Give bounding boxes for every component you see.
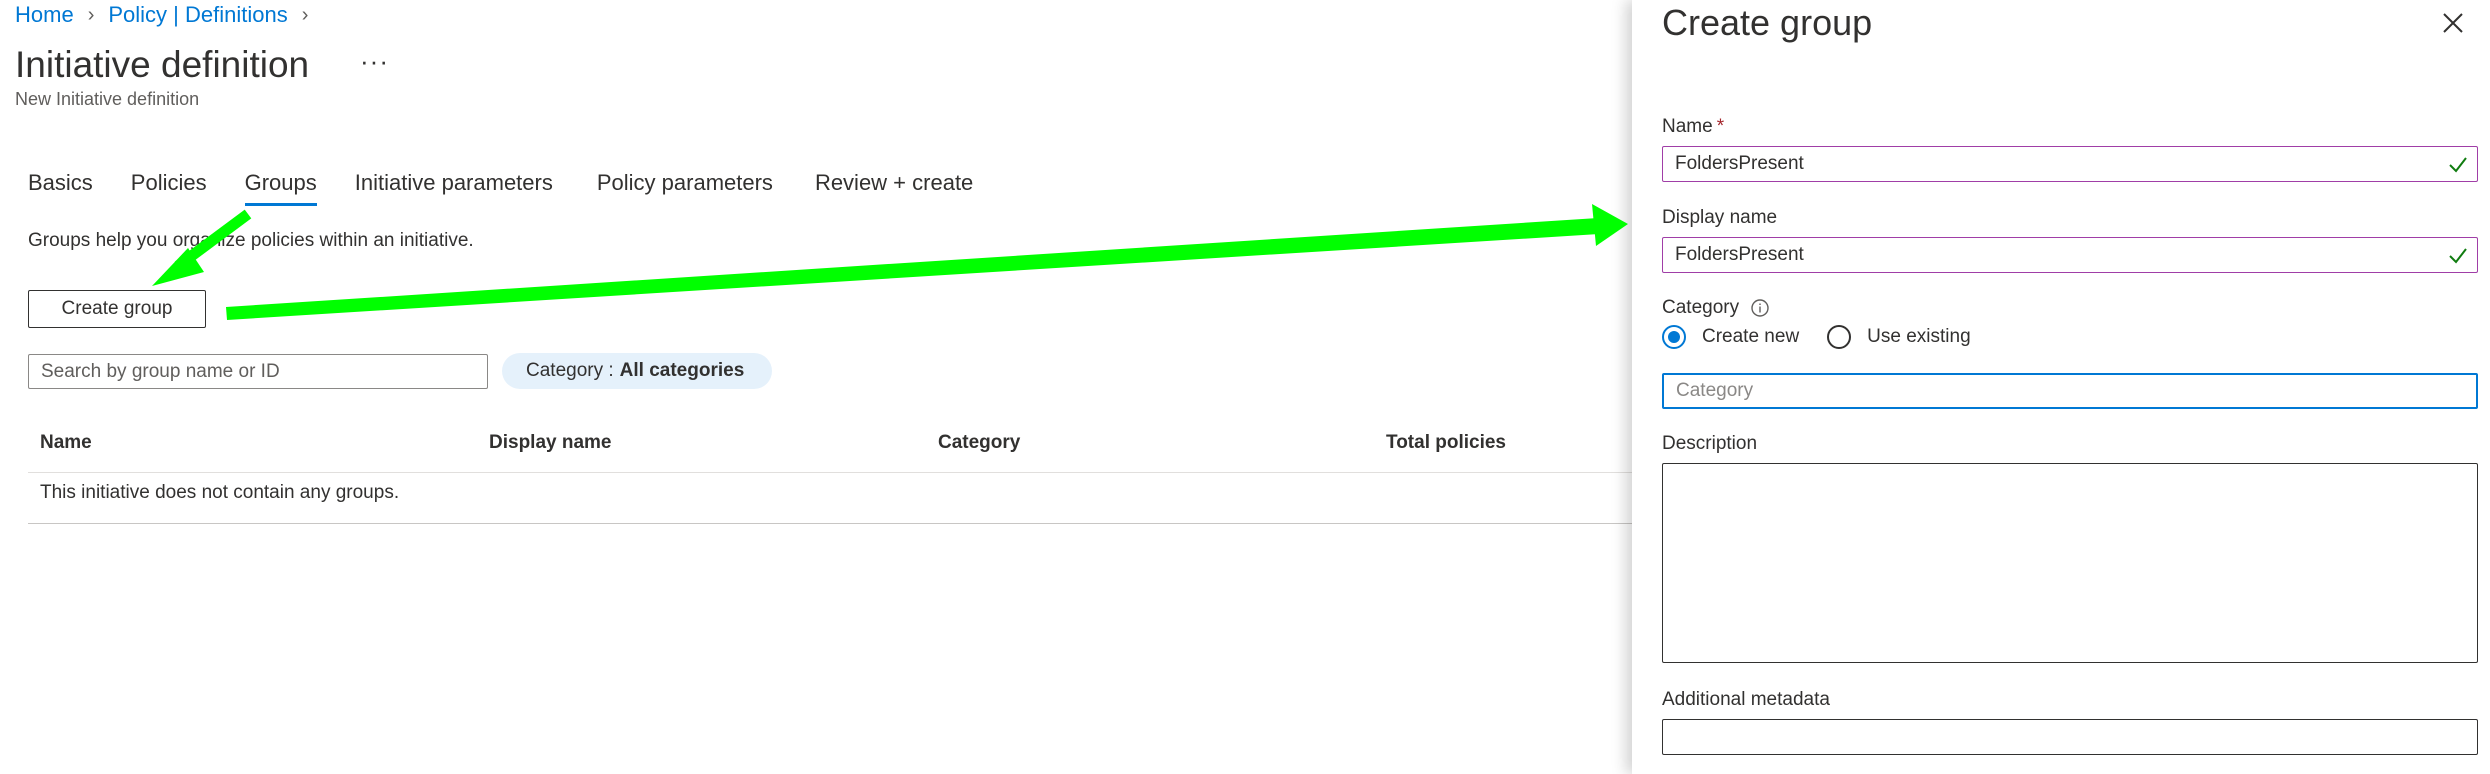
- column-header-display-name[interactable]: Display name: [489, 432, 612, 454]
- panel-title: Create group: [1662, 2, 1873, 43]
- group-search-input[interactable]: [28, 354, 488, 389]
- groups-table-header: Name Display name Category Total policie…: [28, 432, 1632, 472]
- column-header-category[interactable]: Category: [938, 432, 1020, 454]
- chevron-right-icon: ›: [87, 3, 95, 26]
- breadcrumb-policy-link[interactable]: Policy | Definitions: [108, 2, 287, 28]
- create-group-panel: Create group Name * FoldersPresent Displa…: [1632, 0, 2490, 774]
- display-name-field[interactable]: FoldersPresent: [1662, 237, 2478, 273]
- display-name-field-label: Display name: [1662, 207, 1778, 228]
- table-divider: [28, 472, 1632, 473]
- use-existing-radio-label[interactable]: Use existing: [1867, 326, 1971, 348]
- page-subtitle: New Initiative definition: [15, 89, 200, 109]
- description-field-label: Description: [1662, 433, 1758, 454]
- checkmark-icon: [2449, 248, 2467, 264]
- description-textarea[interactable]: [1662, 463, 2478, 663]
- tab-policy-parameters[interactable]: Policy parameters: [597, 170, 773, 206]
- checkmark-icon: [2449, 157, 2467, 173]
- tab-basics[interactable]: Basics: [28, 170, 93, 206]
- page-title: Initiative definition: [15, 44, 310, 85]
- column-header-total-policies[interactable]: Total policies: [1386, 432, 1506, 454]
- table-divider: [28, 523, 1632, 524]
- chevron-right-icon: ›: [301, 3, 309, 26]
- tab-review-create[interactable]: Review + create: [815, 170, 973, 206]
- breadcrumb-home-link[interactable]: Home: [15, 2, 74, 28]
- groups-intro-text: Groups help you organize policies within…: [28, 230, 474, 251]
- required-asterisk: *: [1716, 116, 1725, 137]
- create-group-button[interactable]: Create group: [28, 290, 206, 328]
- category-filter-label: Category :: [526, 360, 614, 381]
- create-new-radio[interactable]: [1662, 325, 1686, 349]
- main-content: Home › Policy | Definitions › Initiative…: [0, 0, 1632, 774]
- name-label-text: Name: [1662, 116, 1713, 137]
- more-icon[interactable]: ···: [360, 46, 389, 77]
- tab-bar: Basics Policies Groups Initiative parame…: [28, 170, 1011, 206]
- category-field-label: Category: [1662, 297, 1740, 318]
- close-icon[interactable]: [2440, 10, 2466, 36]
- category-filter-value: All categories: [619, 360, 745, 381]
- name-field-label: Name *: [1662, 116, 1724, 138]
- name-field-value: FoldersPresent: [1675, 153, 1804, 174]
- table-empty-message: This initiative does not contain any gro…: [40, 482, 400, 503]
- display-name-field-value: FoldersPresent: [1675, 244, 1804, 265]
- additional-metadata-input[interactable]: [1662, 719, 2478, 755]
- info-icon[interactable]: [1750, 298, 1770, 318]
- category-input[interactable]: [1662, 373, 2478, 409]
- tab-initiative-parameters[interactable]: Initiative parameters: [355, 170, 553, 206]
- column-header-name[interactable]: Name: [40, 432, 92, 454]
- category-mode-radio-group: Create new Use existing: [1662, 325, 1999, 349]
- name-field[interactable]: FoldersPresent: [1662, 146, 2478, 182]
- create-new-radio-label[interactable]: Create new: [1702, 326, 1799, 348]
- breadcrumb: Home › Policy | Definitions ›: [15, 2, 322, 28]
- use-existing-radio[interactable]: [1827, 325, 1852, 349]
- category-filter[interactable]: Category : All categories: [502, 353, 773, 389]
- tab-groups[interactable]: Groups: [244, 170, 317, 206]
- tab-policies[interactable]: Policies: [131, 170, 207, 206]
- additional-metadata-label: Additional metadata: [1662, 689, 1830, 710]
